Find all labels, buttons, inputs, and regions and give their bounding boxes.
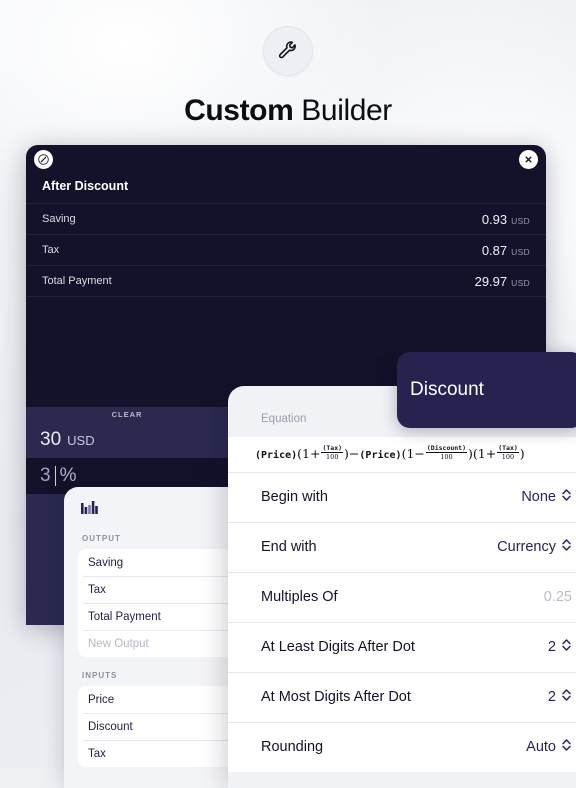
- results-section-title: After Discount: [42, 179, 129, 193]
- row-amount: 0.87: [481, 242, 508, 258]
- chevron-updown-icon[interactable]: [561, 638, 572, 657]
- equation-detail-panel: Equation (Price)(1+ (Tax) 100)−(Price)(1−(…: [228, 386, 576, 788]
- discount-drag-badge[interactable]: Discount: [397, 352, 576, 428]
- setting-row-at-least-digits[interactable]: At Least Digits After Dot 2: [228, 621, 576, 672]
- setting-value: 2: [547, 689, 556, 706]
- row-amount: 29.97: [474, 273, 508, 289]
- row-unit: USD: [511, 277, 530, 288]
- pen-icon[interactable]: [34, 150, 53, 169]
- discount-badge-label: Discount: [410, 379, 484, 400]
- table-row[interactable]: Total Payment 29.97 USD: [26, 265, 546, 296]
- page-header: Custom Builder: [0, 0, 576, 140]
- setting-value-wrap[interactable]: 2: [548, 638, 572, 657]
- setting-label: Begin with: [261, 489, 328, 506]
- table-divider: [26, 296, 546, 297]
- setting-value: 0.25: [543, 589, 572, 606]
- row-amount: 0.93: [481, 211, 508, 227]
- equation-box[interactable]: (Price)(1+ (Tax) 100)−(Price)(1− (Discount)…: [228, 437, 576, 472]
- chevron-updown-icon[interactable]: [561, 738, 572, 757]
- clear-button[interactable]: CLEAR: [26, 407, 228, 422]
- price-value: 30: [40, 429, 62, 450]
- row-unit: USD: [511, 215, 530, 226]
- setting-value-wrap[interactable]: Currency: [497, 538, 572, 557]
- setting-row-end-with[interactable]: End with Currency: [228, 521, 576, 572]
- page-title-bold: Custom: [184, 94, 294, 127]
- setting-value: None: [521, 489, 556, 506]
- setting-label: At Most Digits After Dot: [261, 689, 411, 706]
- table-row[interactable]: Saving 0.93 USD: [26, 203, 546, 234]
- setting-label: Rounding: [261, 739, 324, 756]
- discount-value: 3: [40, 465, 51, 486]
- setting-row-rounding[interactable]: Rounding Auto: [228, 721, 576, 772]
- setting-value-wrap[interactable]: 0.25: [544, 589, 572, 605]
- setting-value: 2: [547, 639, 556, 656]
- row-value: 0.87 USD: [482, 243, 530, 258]
- close-icon[interactable]: [519, 150, 538, 169]
- setting-label: End with: [261, 539, 317, 556]
- page-title: Custom Builder: [184, 94, 392, 128]
- table-row[interactable]: Tax 0.87 USD: [26, 234, 546, 265]
- row-value: 29.97 USD: [475, 274, 530, 289]
- setting-label: Multiples Of: [261, 589, 338, 606]
- equation-expression: (Price)(1+ (Tax) 100)−(Price)(1− (Discount)…: [255, 444, 525, 462]
- chevron-updown-icon[interactable]: [561, 688, 572, 707]
- setting-row-multiples-of[interactable]: Multiples Of 0.25: [228, 571, 576, 622]
- row-label: Tax: [42, 244, 60, 256]
- row-label: Saving: [42, 213, 76, 225]
- setting-value-wrap[interactable]: Auto: [526, 738, 572, 757]
- setting-value-wrap[interactable]: None: [521, 488, 572, 507]
- setting-value: Auto: [526, 739, 556, 756]
- chevron-updown-icon[interactable]: [561, 488, 572, 507]
- text-caret: [54, 466, 56, 486]
- row-label: Total Payment: [42, 275, 112, 287]
- discount-unit: %: [59, 465, 77, 486]
- setting-value: Currency: [497, 539, 556, 556]
- setting-row-begin-with[interactable]: Begin with None: [228, 471, 576, 522]
- setting-row-at-most-digits[interactable]: At Most Digits After Dot 2: [228, 671, 576, 722]
- row-unit: USD: [511, 246, 530, 257]
- row-value: 0.93 USD: [482, 212, 530, 227]
- setting-value-wrap[interactable]: 2: [548, 688, 572, 707]
- price-unit: USD: [67, 432, 95, 448]
- chevron-updown-icon[interactable]: [561, 538, 572, 557]
- setting-label: At Least Digits After Dot: [261, 639, 415, 656]
- wrench-icon: [263, 26, 313, 76]
- results-panel-topbar: [26, 145, 546, 173]
- page-title-light: Builder: [301, 94, 392, 127]
